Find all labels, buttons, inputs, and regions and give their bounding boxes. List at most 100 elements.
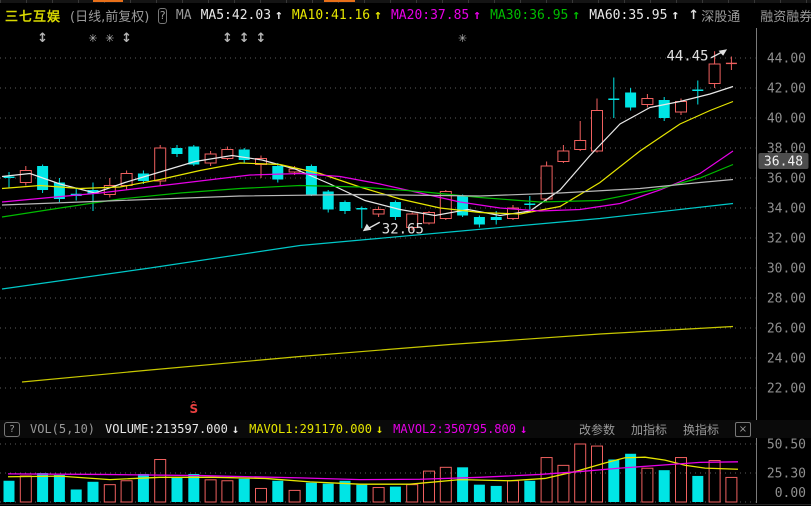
volume-bar-up [373, 488, 384, 502]
event-marker-icon: ↕ [239, 31, 250, 46]
volume-bar-down [54, 475, 65, 502]
price-tick-label: 32.00 [767, 232, 806, 247]
mavol1-value: MAVOL1:291170.000 [249, 422, 372, 436]
ma10-value: MA10:41.16 [292, 8, 370, 23]
period-label: (日线,前复权) [70, 6, 149, 25]
volume-reading: VOLUME:213597.000 ↓ [105, 422, 239, 436]
candlesticks[interactable] [4, 51, 737, 230]
volume-bar-down [4, 481, 15, 502]
candle-down [659, 100, 670, 118]
volume-indicator-label: VOL(5,10) [30, 422, 95, 436]
volume-bar-up [541, 458, 552, 502]
volume-bar-down [239, 479, 250, 502]
volume-bar-up [104, 485, 115, 502]
switch-indicator-button[interactable]: 换指标 [683, 421, 719, 438]
candle-up [373, 210, 384, 215]
up-arrow-icon: ↑ [688, 8, 699, 23]
volume-bar-down [188, 474, 199, 502]
event-marker-icon: ↕ [37, 31, 48, 46]
candle-up [709, 64, 720, 84]
price-tick-label: 30.00 [767, 262, 806, 277]
margin-trading-label: 融资融券 [760, 6, 811, 25]
volume-header-buttons: 改参数 加指标 换指标 × [579, 421, 807, 438]
price-tick-label: 34.00 [767, 202, 806, 217]
candle-down [457, 196, 468, 216]
candle-down [340, 202, 351, 211]
volume-bar-down [356, 485, 367, 502]
volume-bar-down [608, 460, 619, 502]
signal-marker: Ŝ [189, 401, 198, 416]
ma60-reading: MA60:35.95 ↑ [589, 8, 679, 23]
edit-params-button[interactable]: 改参数 [579, 421, 615, 438]
low-price-label: 32.65 [382, 221, 424, 237]
candle-down [356, 208, 367, 210]
candle-up [558, 151, 569, 162]
volume-bar-down [88, 482, 99, 502]
volume-bar-up [642, 468, 653, 502]
shenzhen-connect-link[interactable]: ↑ 深股通 [688, 6, 740, 25]
volume-bar-up [20, 476, 31, 502]
event-marker-icon: ✳ [105, 32, 114, 45]
candle-down [692, 90, 703, 92]
price-tick-label: 40.00 [767, 112, 806, 127]
volume-header: ? VOL(5,10) VOLUME:213597.000 ↓ MAVOL1:2… [0, 420, 811, 438]
volume-bar-up [407, 485, 418, 502]
volume-tick-label: 25.30 [767, 466, 806, 481]
price-tick-label: 42.00 [767, 82, 806, 97]
volume-help-icon[interactable]: ? [4, 422, 20, 437]
volume-bar-up [155, 460, 166, 502]
candle-up [676, 102, 687, 113]
volume-bar-down [659, 470, 670, 502]
up-arrow-icon: ↑ [473, 8, 481, 23]
volume-bar-down [692, 476, 703, 502]
volume-bar-down [474, 485, 485, 502]
candle-down [524, 204, 535, 206]
volume-bar-down [524, 481, 535, 502]
volume-bar-up [256, 488, 267, 502]
ma120-line [2, 204, 733, 290]
annotation-high: 44.45 [666, 48, 727, 64]
volume-bar-up [709, 461, 720, 502]
volume-bar-down [71, 489, 82, 502]
event-marker-icon: ↕ [256, 31, 267, 46]
ma30-value: MA30:36.95 [490, 8, 568, 23]
ma20-line [2, 151, 733, 211]
mavol2-reading: MAVOL2:350795.800 ↓ [393, 422, 527, 436]
ma5-value: MA5:42.03 [201, 8, 271, 23]
up-arrow-icon: ↑ [374, 8, 382, 23]
main-chart-header: 三七互娱 (日线,前复权) ? MA MA5:42.03 ↑ MA10:41.1… [0, 3, 811, 28]
ma250-line [22, 327, 733, 383]
volume-bar-up [558, 465, 569, 502]
volume-tick-label: 50.50 [767, 438, 806, 453]
event-marker-icon: ↕ [121, 31, 132, 46]
volume-bar-up [592, 446, 603, 502]
candle-down [625, 93, 636, 108]
event-marker-icon: ↕ [222, 31, 233, 46]
price-tick-label: 36.00 [767, 172, 806, 187]
volume-bar-down [306, 483, 317, 502]
candle-down [608, 99, 619, 101]
price-tick-label: 28.00 [767, 292, 806, 307]
margin-trading-link[interactable]: 融资融券 [760, 6, 811, 25]
ma60-value: MA60:35.95 [589, 8, 667, 23]
help-icon[interactable]: ? [158, 8, 167, 24]
ma5-reading: MA5:42.03 ↑ [201, 8, 283, 23]
volume-bar-up [222, 481, 233, 502]
volume-bar-up [121, 481, 132, 502]
candle-down [272, 166, 283, 180]
header-actions: ↑ 深股通 融资融券 设置均线 ▼ [688, 6, 811, 25]
down-arrow-icon: ↓ [232, 422, 239, 436]
event-marker-icon: ✳ [88, 32, 97, 45]
ma20-reading: MA20:37.85 ↑ [391, 8, 481, 23]
candle-up [155, 148, 166, 181]
volume-value: VOLUME:213597.000 [105, 422, 228, 436]
close-indicator-button[interactable]: × [735, 422, 751, 437]
price-tick-label: 44.00 [767, 52, 806, 67]
candle-down [172, 148, 183, 154]
up-arrow-icon: ↑ [671, 8, 679, 23]
candle-down [323, 192, 334, 210]
add-indicator-button[interactable]: 加指标 [631, 421, 667, 438]
candle-up [20, 171, 31, 183]
volume-bar-up [424, 471, 435, 502]
mavol2-value: MAVOL2:350795.800 [393, 422, 516, 436]
